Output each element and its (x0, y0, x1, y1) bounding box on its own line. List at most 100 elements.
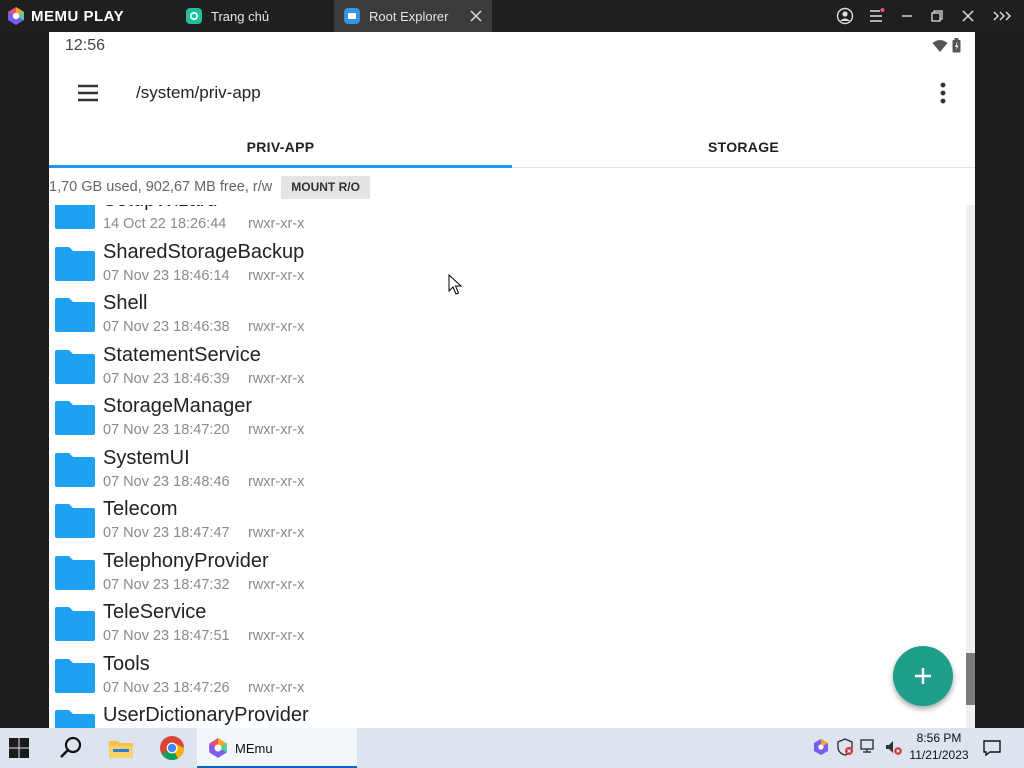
file-row[interactable]: Telecom 07 Nov 23 18:47:47 rwxr-xr-x (49, 491, 967, 543)
folder-icon (55, 607, 95, 641)
file-name: StorageManager (103, 395, 252, 417)
memu-tray-icon[interactable] (812, 738, 830, 756)
folder-icon (55, 205, 95, 229)
folder-icon (55, 504, 95, 538)
memu-taskbar-icon (209, 738, 227, 758)
file-name: SharedStorageBackup (103, 240, 305, 263)
file-name: Telecom (103, 498, 178, 520)
file-row[interactable]: UserDictionaryProvider (49, 697, 967, 728)
file-permissions: rwxr-xr-x (248, 267, 305, 284)
file-row[interactable]: SetupWizard 14 Oct 22 18:26:44 rwxr-xr-x (49, 205, 967, 234)
android-screen: 12:56 /system/priv-app PRIV-APP STORAGE … (49, 32, 975, 728)
plus-icon (915, 668, 931, 684)
mount-ro-button[interactable]: MOUNT R/O (281, 175, 370, 199)
file-date: 07 Nov 23 18:47:26 (103, 679, 230, 696)
search-icon[interactable] (58, 735, 84, 761)
memu-home-icon (186, 8, 202, 24)
taskbar-memu-app[interactable]: MEmu (197, 728, 357, 768)
menu-icon[interactable] (866, 6, 886, 26)
folder-icon (55, 452, 95, 487)
file-permissions: rwxr-xr-x (248, 679, 305, 696)
add-fab-button[interactable] (893, 646, 953, 706)
tab-label: Trang chủ (211, 8, 270, 24)
memu-brand: MEMU PLAY (31, 7, 125, 25)
file-name: TeleService (103, 601, 207, 623)
windows-start-icon[interactable] (8, 737, 30, 759)
file-permissions: rwxr-xr-x (248, 525, 305, 541)
folder-tabs: PRIV-APP STORAGE (49, 126, 975, 168)
file-permissions: rwxr-xr-x (248, 216, 305, 232)
status-bar: 12:56 (49, 32, 975, 60)
file-row[interactable]: StorageManager 07 Nov 23 18:47:20 rwxr-xr-… (49, 388, 967, 440)
account-icon[interactable] (835, 6, 855, 26)
storage-infobar: 1,70 GB used, 902,67 MB free, r/w MOUNT … (49, 169, 975, 205)
taskbar-time: 8:56 PM (916, 731, 962, 745)
file-row[interactable]: SystemUI 07 Nov 23 18:48:46 rwxr-xr-x (49, 440, 967, 492)
file-permissions: rwxr-xr-x (248, 422, 305, 438)
memu-logo-icon (8, 7, 24, 25)
minimize-icon[interactable] (897, 6, 917, 26)
file-row[interactable]: Shell 07 Nov 23 18:46:38 rwxr-xr-x (49, 285, 967, 337)
taskbar-memu-label: MEmu (235, 740, 273, 756)
folder-icon (55, 401, 95, 435)
scrollbar[interactable] (966, 205, 975, 728)
root-explorer-icon (344, 8, 360, 24)
file-date: 07 Nov 23 18:47:51 (103, 628, 230, 644)
file-permissions: rwxr-xr-x (248, 319, 305, 335)
folder-icon (55, 349, 95, 384)
tab-root-explorer[interactable]: Root Explorer (334, 0, 492, 32)
file-row[interactable]: TelephonyProvider 07 Nov 23 18:47:32 rwxr-… (49, 543, 967, 595)
taskbar-date: 11/21/2023 (909, 748, 969, 762)
file-date: 07 Nov 23 18:46:39 (103, 370, 230, 387)
storage-info: 1,70 GB used, 902,67 MB free, r/w (49, 179, 273, 195)
tab-trang-chu[interactable]: Trang chủ (176, 0, 332, 32)
file-name: UserDictionaryProvider (103, 704, 309, 726)
file-permissions: rwxr-xr-x (248, 370, 305, 387)
restore-icon[interactable] (927, 6, 947, 26)
current-path: /system/priv-app (136, 83, 261, 102)
tab-priv-app[interactable]: PRIV-APP (49, 126, 512, 168)
volume-muted-icon[interactable] (884, 738, 902, 756)
system-tray (812, 738, 902, 756)
file-row[interactable]: TeleService 07 Nov 23 18:47:51 rwxr-xr-x (49, 594, 967, 646)
file-name: SystemUI (103, 446, 190, 469)
file-name: Shell (103, 292, 148, 314)
network-icon[interactable] (860, 738, 878, 756)
folder-icon (55, 658, 95, 693)
close-tab-icon[interactable] (468, 8, 484, 24)
tab-indicator (49, 165, 512, 168)
tab-label: Root Explorer (369, 8, 449, 24)
file-date: 07 Nov 23 18:47:47 (103, 525, 230, 541)
folder-icon (55, 298, 95, 332)
tab-storage[interactable]: STORAGE (512, 126, 975, 168)
file-permissions: rwxr-xr-x (248, 473, 305, 490)
file-permissions: rwxr-xr-x (248, 628, 305, 644)
file-date: 07 Nov 23 18:47:20 (103, 422, 230, 438)
chrome-icon[interactable] (159, 735, 185, 761)
close-window-icon[interactable] (958, 6, 978, 26)
security-icon[interactable] (836, 738, 854, 756)
file-name: StatementService (103, 343, 261, 366)
status-clock: 12:56 (65, 37, 106, 54)
file-permissions: rwxr-xr-x (248, 576, 305, 593)
file-name: TelephonyProvider (103, 549, 269, 572)
file-explorer-icon[interactable] (108, 736, 134, 760)
file-row[interactable]: Tools 07 Nov 23 18:47:26 rwxr-xr-x (49, 646, 967, 698)
folder-icon (55, 246, 95, 281)
more-options-icon[interactable] (933, 80, 953, 106)
hamburger-menu-icon[interactable] (75, 80, 101, 106)
file-date: 14 Oct 22 18:26:44 (103, 216, 227, 232)
file-name: Tools (103, 652, 150, 675)
notification-icon[interactable] (982, 738, 1002, 758)
file-row[interactable]: SharedStorageBackup 07 Nov 23 18:46:14 rwx… (49, 234, 967, 286)
expand-sidebar-icon[interactable] (992, 6, 1012, 26)
file-date: 07 Nov 23 18:47:32 (103, 576, 230, 593)
scrollbar-thumb[interactable] (966, 653, 975, 705)
windows-taskbar: MEmu 8:56 PM 11/21/2023 (0, 728, 1024, 768)
app-toolbar: /system/priv-app (49, 60, 975, 126)
battery-icon (952, 38, 961, 53)
memu-logo: MEMU PLAY (6, 6, 124, 26)
file-row[interactable]: StatementService 07 Nov 23 18:46:39 rwxr-x… (49, 337, 967, 389)
taskbar-clock[interactable]: 8:56 PM 11/21/2023 (906, 731, 972, 762)
folder-icon (55, 555, 95, 590)
